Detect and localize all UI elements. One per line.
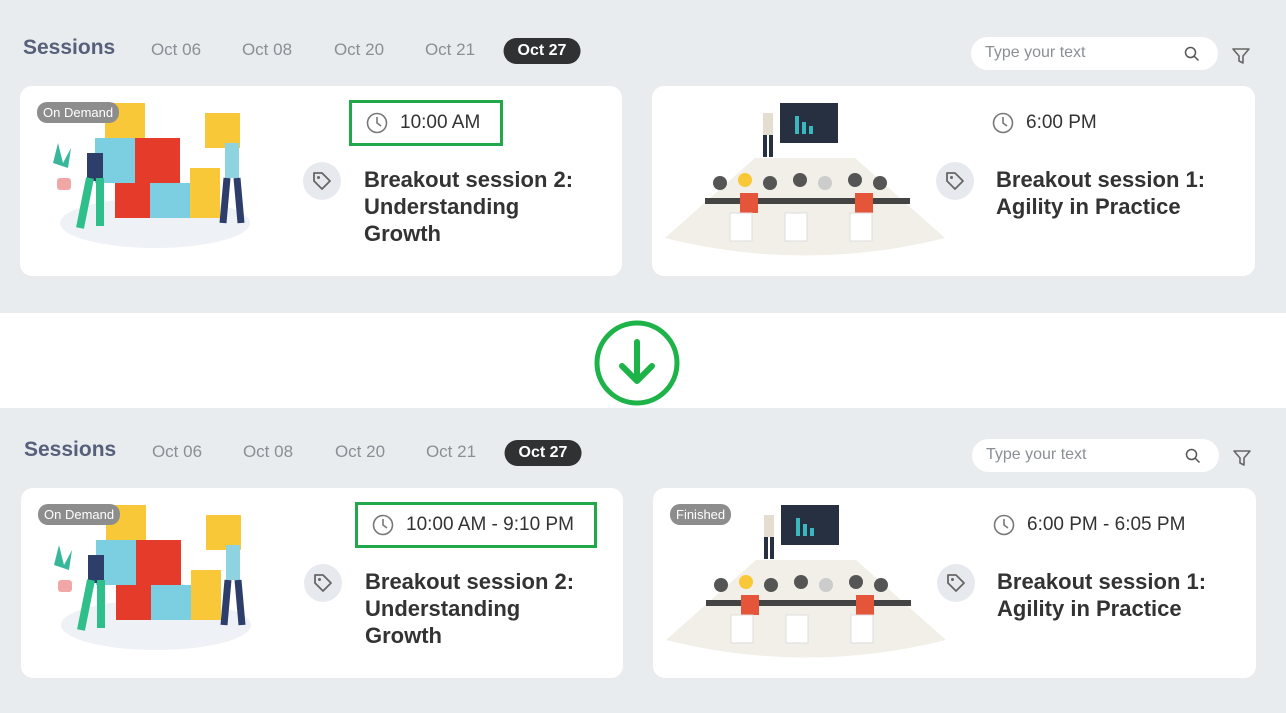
tag-icon[interactable] [937, 564, 975, 602]
search-placeholder: Type your text [986, 446, 1087, 463]
search-icon[interactable] [1185, 448, 1201, 464]
time-text: 6:00 PM - 6:05 PM [1027, 514, 1186, 535]
tab-date[interactable]: Oct 08 [242, 40, 292, 60]
session-title[interactable]: Breakout session 1: Agility in Practice [996, 166, 1226, 220]
search-input[interactable]: Type your text [972, 439, 1219, 472]
session-card[interactable]: 6:00 PM Breakout session 1: Agility in P… [652, 86, 1255, 276]
search-icon[interactable] [1184, 46, 1200, 62]
status-badge: On Demand [38, 504, 121, 525]
tab-date[interactable]: Oct 08 [243, 442, 293, 462]
search-placeholder: Type your text [985, 44, 1086, 61]
time-text: 6:00 PM [1026, 112, 1097, 133]
page-title: Sessions [24, 438, 117, 461]
session-card[interactable]: Finished 6:00 PM - 6:05 PM Breakout sess… [653, 488, 1256, 678]
search-input[interactable]: Type your text [971, 37, 1218, 70]
tab-date[interactable]: Oct 06 [152, 442, 202, 462]
clock-icon [993, 514, 1015, 536]
tag-icon[interactable] [303, 162, 341, 200]
arrow-down-circle-icon [594, 320, 680, 406]
filter-icon[interactable] [1232, 448, 1252, 468]
clock-icon [372, 514, 394, 536]
audience-illustration [665, 103, 945, 256]
tab-date[interactable]: Oct 27 [503, 38, 581, 64]
tab-date[interactable]: Oct 20 [335, 442, 385, 462]
tab-date[interactable]: Oct 06 [151, 40, 201, 60]
sessions-panel-1: Sessions Oct 06 Oct 08 Oct 20 Oct 21 Oct 27 Ty… [0, 0, 1286, 313]
clock-icon [366, 112, 388, 134]
page-title: Sessions [23, 36, 116, 59]
filter-icon[interactable] [1231, 46, 1251, 66]
tab-date[interactable]: Oct 27 [504, 440, 582, 466]
tag-icon[interactable] [936, 162, 974, 200]
session-time: 10:00 AM [349, 100, 504, 146]
tab-date[interactable]: Oct 21 [426, 442, 476, 462]
status-badge: Finished [670, 504, 732, 525]
session-title[interactable]: Breakout session 2: Understanding Growth [365, 568, 595, 649]
clock-icon [992, 112, 1014, 134]
session-card[interactable]: On Demand 10:00 AM - 9:10 PM Breakout se… [21, 488, 623, 678]
session-title[interactable]: Breakout session 2: Understanding Growth [364, 166, 594, 247]
session-title[interactable]: Breakout session 1: Agility in Practice [997, 568, 1227, 622]
time-text: 10:00 AM [400, 112, 481, 133]
session-time: 6:00 PM - 6:05 PM [993, 514, 1185, 536]
sessions-panel-2: Sessions Oct 06 Oct 08 Oct 20 Oct 21 Oct 27 Ty… [0, 408, 1286, 713]
session-time: 6:00 PM [992, 112, 1097, 134]
time-text: 10:00 AM - 9:10 PM [406, 514, 574, 535]
tab-date[interactable]: Oct 21 [425, 40, 475, 60]
tab-date[interactable]: Oct 20 [334, 40, 384, 60]
status-badge: On Demand [37, 102, 120, 123]
session-card[interactable]: On Demand 10:00 AM Breakout session 2: U… [20, 86, 622, 276]
session-time: 10:00 AM - 9:10 PM [355, 502, 597, 548]
tag-icon[interactable] [304, 564, 342, 602]
